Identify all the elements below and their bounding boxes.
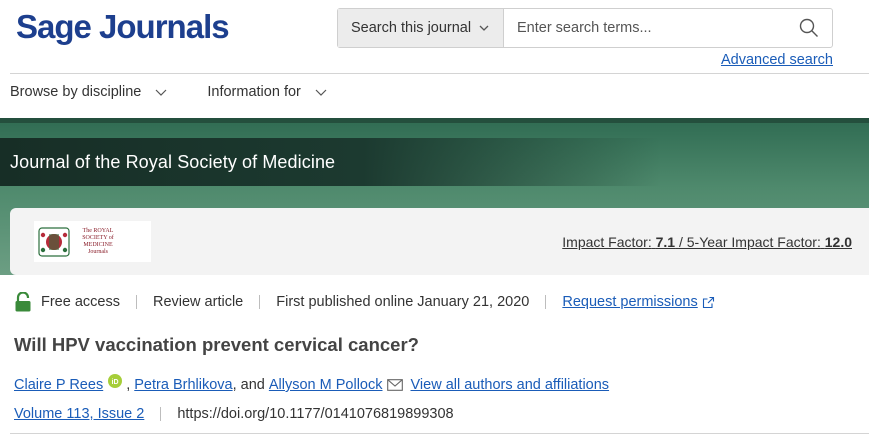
nav-item-label: Browse by discipline xyxy=(10,84,142,100)
nav-item-label: Information for xyxy=(207,84,301,100)
article-title: Will HPV vaccination prevent cervical ca… xyxy=(14,334,419,355)
advanced-search-link[interactable]: Advanced search xyxy=(721,52,833,68)
author-link[interactable]: Allyson M Pollock xyxy=(269,377,383,393)
volume-row: Volume 113, Issue 2 https://doi.org/10.1… xyxy=(14,406,454,422)
meta-separator xyxy=(135,295,137,309)
meta-separator xyxy=(160,407,162,421)
chevron-down-icon xyxy=(479,25,489,31)
meta-separator xyxy=(259,295,261,309)
impact-factor-label: Impact Factor: xyxy=(562,234,652,250)
search-icon xyxy=(799,18,818,37)
meta-separator xyxy=(545,295,547,309)
nav-browse-by-discipline[interactable]: Browse by discipline xyxy=(10,84,167,100)
author-list: Claire P Rees iD , Petra Brhlikova , and… xyxy=(14,374,610,393)
orcid-icon[interactable]: iD xyxy=(108,374,123,388)
sage-journals-logo[interactable]: Sage Journals xyxy=(16,8,230,46)
svg-text:iD: iD xyxy=(112,379,119,386)
search-scope-dropdown[interactable]: Search this journal xyxy=(338,9,504,47)
search-scope-label: Search this journal xyxy=(351,20,472,36)
mail-icon[interactable] xyxy=(386,379,403,391)
journal-logo-wordmark: The ROYAL SOCIETY of MEDICINE Journals xyxy=(82,227,114,255)
content-divider xyxy=(10,433,869,434)
header-divider xyxy=(10,73,869,74)
journal-title[interactable]: Journal of the Royal Society of Medicine xyxy=(10,152,335,173)
volume-issue-link[interactable]: Volume 113, Issue 2 xyxy=(14,406,144,422)
access-badge: Free access xyxy=(41,294,120,310)
chevron-down-icon xyxy=(315,89,327,96)
lock-open-icon xyxy=(14,292,32,312)
author-separator: , xyxy=(126,377,135,393)
impact-factor-value: 7.1 xyxy=(655,234,676,250)
search-box: Search this journal xyxy=(337,8,833,48)
journal-info-card: The ROYAL SOCIETY of MEDICINE Journals I… xyxy=(10,208,869,275)
five-year-impact-value: 12.0 xyxy=(824,234,852,250)
author-separator: , and xyxy=(232,377,269,393)
view-all-authors-link[interactable]: View all authors and affiliations xyxy=(411,377,610,393)
external-link-icon xyxy=(702,296,715,309)
author-link[interactable]: Claire P Rees xyxy=(14,377,103,393)
published-date: First published online January 21, 2020 xyxy=(276,294,530,310)
main-nav: Browse by discipline Information for xyxy=(10,84,327,100)
nav-information-for[interactable]: Information for xyxy=(207,84,327,100)
search-input[interactable] xyxy=(504,9,786,47)
five-year-impact-label: / 5-Year Impact Factor: xyxy=(678,234,821,250)
journal-logo[interactable]: The ROYAL SOCIETY of MEDICINE Journals xyxy=(34,221,151,262)
journal-title-bar: Journal of the Royal Society of Medicine xyxy=(0,138,660,186)
doi-text[interactable]: https://doi.org/10.1177/0141076819899308 xyxy=(177,406,453,422)
impact-factor-link[interactable]: Impact Factor: 7.1 / 5-Year Impact Facto… xyxy=(562,234,852,250)
author-link[interactable]: Petra Brhlikova xyxy=(134,377,232,393)
article-meta-row: Free access Review article First publish… xyxy=(14,292,715,312)
request-permissions-link[interactable]: Request permissions xyxy=(562,294,697,310)
rsm-crest-icon xyxy=(38,226,70,257)
chevron-down-icon xyxy=(155,89,167,96)
article-type: Review article xyxy=(152,294,244,310)
search-button[interactable] xyxy=(786,9,832,47)
